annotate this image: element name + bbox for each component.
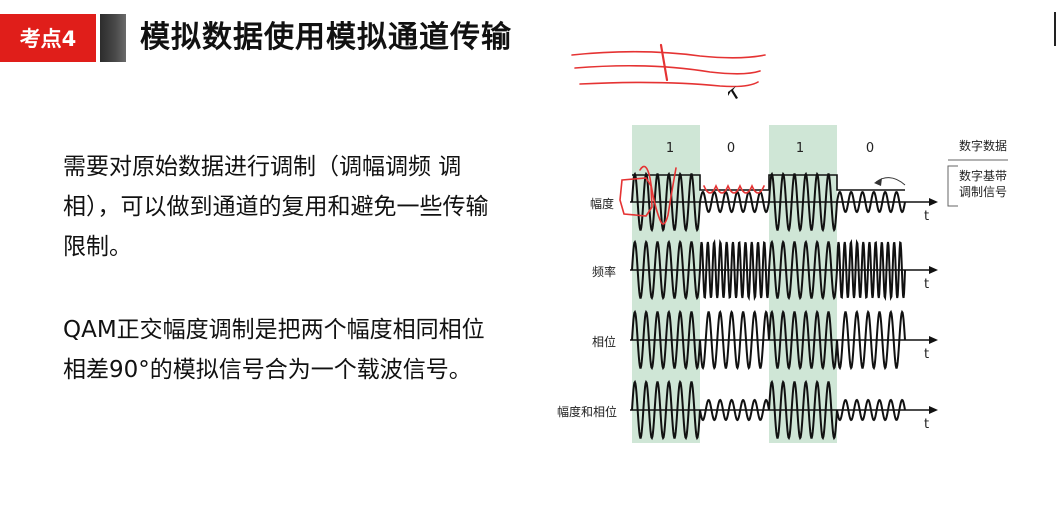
title-underline-scribble (579, 81, 759, 88)
bit-label: 0 (866, 141, 874, 156)
title-tick-mark (659, 43, 669, 82)
bit-label: 1 (796, 141, 804, 156)
row-label-amplitude: 幅度 (590, 196, 614, 211)
time-axis-label: t (924, 209, 929, 224)
legend-baseband-line2: 调制信号 (959, 185, 1007, 199)
bit-label: 0 (727, 141, 735, 156)
bit-label: 1 (666, 141, 674, 156)
time-axis-label: t (924, 347, 929, 362)
title-underline-scribble (574, 64, 761, 75)
legend-digital-data: 数字数据 (959, 138, 1007, 153)
axis-arrowhead (929, 198, 938, 206)
time-axis-label: t (924, 277, 929, 292)
row-label-amplitude-phase: 幅度和相位 (557, 404, 617, 419)
legend-pointer-arrowhead (874, 178, 882, 186)
modulation-diagram: 1 0 1 0 数字数据 数字基带 调制信号 幅度 频率 相位 幅度和相位 t … (557, 43, 1008, 443)
axis-arrowhead (929, 336, 938, 344)
title-underline-scribble (571, 50, 766, 59)
row-label-frequency: 频率 (592, 264, 616, 279)
axis-arrowhead (929, 406, 938, 414)
legend-bracket (947, 165, 958, 207)
legend-baseband-line1: 数字基带 (959, 168, 1007, 183)
row-label-phase: 相位 (592, 334, 616, 349)
time-axis-label: t (924, 417, 929, 432)
mouse-cursor-icon (728, 86, 738, 99)
axis-arrowhead (929, 266, 938, 274)
